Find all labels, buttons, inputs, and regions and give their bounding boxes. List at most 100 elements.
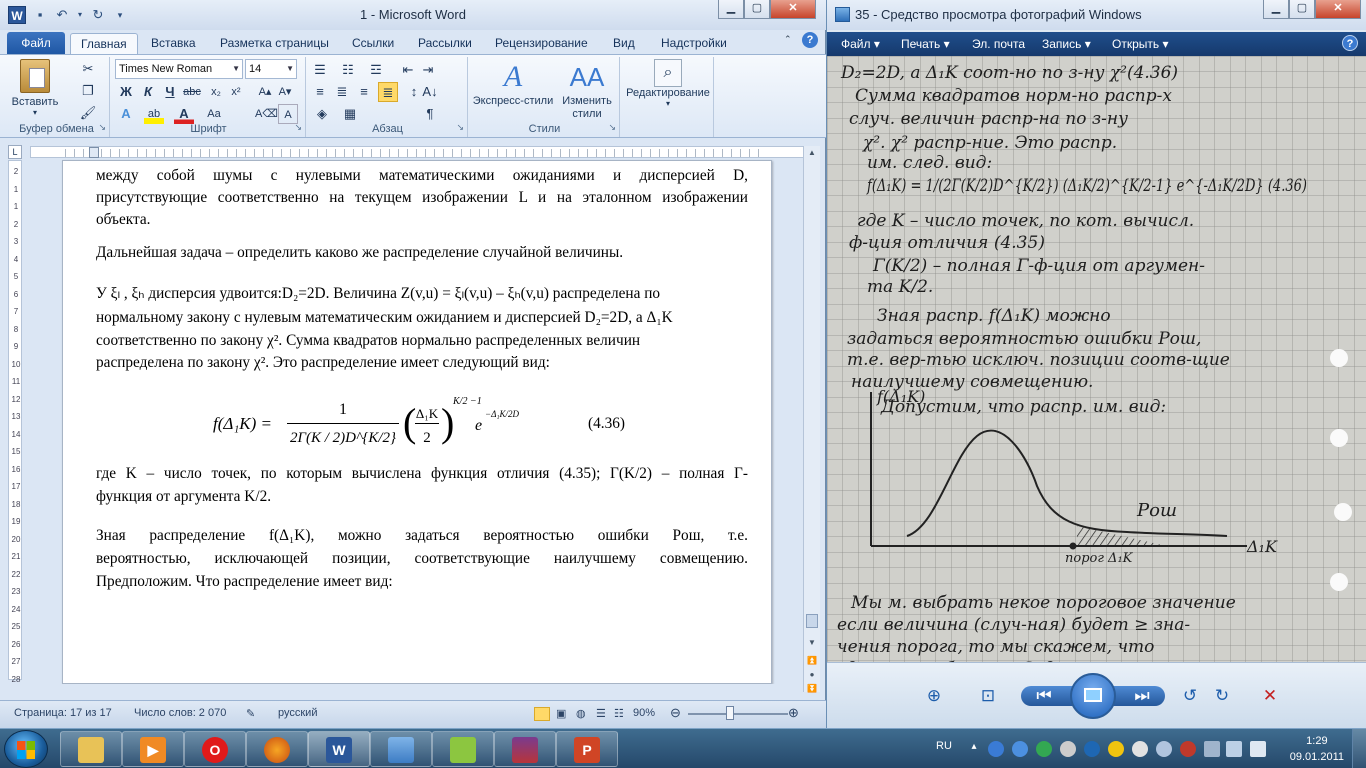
tab-view[interactable]: Вид <box>613 33 635 54</box>
menu-print[interactable]: Печать ▾ <box>901 37 950 51</box>
clear-format-icon[interactable]: A⌫ <box>255 104 278 124</box>
increase-indent-icon[interactable]: ⇥ <box>418 60 438 80</box>
tray-dropbox-icon[interactable] <box>1084 741 1100 757</box>
italic-icon[interactable]: К <box>138 82 158 102</box>
vertical-scrollbar[interactable]: ▲ ▼ ⏫ ● ⏬ <box>803 146 820 693</box>
actual-size-icon[interactable]: ⊡ <box>977 685 999 707</box>
format-painter-icon[interactable]: 🖌 <box>78 103 98 123</box>
ruler-tab-selector[interactable]: L <box>8 145 22 159</box>
tray-app-icon[interactable] <box>1132 741 1148 757</box>
editing-button[interactable]: ⌕ Редактирование ▾ <box>624 59 712 108</box>
bullets-icon[interactable]: ☰ <box>310 60 330 80</box>
browse-object-icon[interactable]: ● <box>804 668 820 682</box>
photo-canvas[interactable]: D₂=2D, а Δ₁K соот-но по з-ну χ²(4.36) Сум… <box>827 56 1366 662</box>
tray-flag-icon[interactable] <box>1156 741 1172 757</box>
menu-file[interactable]: Файл ▾ <box>841 37 880 51</box>
change-case-icon[interactable]: Aa <box>204 104 224 124</box>
vertical-ruler[interactable]: 2 1 1 2 3 4 5 6 7 8 9 10 11 12 13 14 15 16 17 18 19 20 21 22 23 2… <box>8 160 22 684</box>
cut-icon[interactable]: ✂ <box>78 59 98 79</box>
zoom-slider-thumb[interactable] <box>726 706 734 720</box>
copy-icon[interactable]: ❐ <box>78 81 98 101</box>
word-logo-icon[interactable]: W <box>8 6 26 24</box>
shrink-font-icon[interactable]: A▾ <box>275 82 295 102</box>
tab-file[interactable]: Файл <box>7 32 65 54</box>
tab-home[interactable]: Главная <box>70 33 138 54</box>
tray-app-icon[interactable] <box>1060 741 1076 757</box>
font-launcher-icon[interactable]: ↘ <box>294 122 302 133</box>
redo-icon[interactable]: ↻ <box>90 7 106 23</box>
align-center-icon[interactable]: ≣ <box>332 82 352 102</box>
taskbar-powerpoint[interactable]: P <box>556 731 618 767</box>
shading-icon[interactable]: ◈ <box>312 104 332 124</box>
tray-language[interactable]: RU <box>936 740 952 752</box>
save-icon[interactable]: ▪ <box>32 7 48 23</box>
taskbar-photo-viewer[interactable] <box>370 731 432 767</box>
tab-review[interactable]: Рецензирование <box>495 33 588 54</box>
print-layout-view-icon[interactable] <box>534 707 550 721</box>
bold-icon[interactable]: Ж <box>116 82 136 102</box>
multilevel-list-icon[interactable]: ☲ <box>366 60 386 80</box>
font-size-combo[interactable]: 14 ▼ <box>245 59 297 79</box>
borders-icon[interactable]: ▦ <box>340 104 360 124</box>
scroll-down-icon[interactable]: ▼ <box>804 636 820 650</box>
zoom-in-icon[interactable]: ⊕ <box>788 705 799 721</box>
close-button[interactable]: ✕ <box>1315 0 1361 19</box>
taskbar-app-green[interactable] <box>432 731 494 767</box>
tab-addins[interactable]: Надстройки <box>661 33 727 54</box>
status-language[interactable]: русский <box>278 707 317 719</box>
justify-icon[interactable]: ≣ <box>378 82 398 102</box>
align-left-icon[interactable]: ≡ <box>310 82 330 102</box>
minimize-button[interactable]: ▁ <box>1263 0 1289 19</box>
tray-network-icon[interactable] <box>1226 741 1242 757</box>
draft-view-icon[interactable]: ☷ <box>614 707 624 720</box>
tab-page-layout[interactable]: Разметка страницы <box>220 33 329 54</box>
undo-dropdown-icon[interactable]: ▾ <box>76 7 84 23</box>
status-words[interactable]: Число слов: 2 070 <box>134 707 226 719</box>
help-icon[interactable]: ? <box>1342 35 1358 51</box>
horizontal-ruler[interactable] <box>30 146 806 158</box>
show-desktop-button[interactable] <box>1352 729 1366 768</box>
strikethrough-icon[interactable]: abc <box>182 82 202 102</box>
close-button[interactable]: ✕ <box>770 0 816 19</box>
taskbar-explorer[interactable] <box>60 731 122 767</box>
taskbar-media-player[interactable]: ▶ <box>122 731 184 767</box>
express-styles-button[interactable]: A Экспресс-стили <box>470 59 556 107</box>
styles-launcher-icon[interactable]: ↘ <box>608 122 616 133</box>
paste-button[interactable]: Вставить ▾ <box>10 59 60 117</box>
font-color-icon[interactable]: A <box>174 104 194 124</box>
full-screen-view-icon[interactable]: ▣ <box>556 707 566 720</box>
undo-icon[interactable]: ↶ <box>54 7 70 23</box>
web-view-icon[interactable]: ◍ <box>576 707 586 720</box>
zoom-slider[interactable] <box>688 713 788 715</box>
tab-references[interactable]: Ссылки <box>352 33 394 54</box>
tray-bluetooth-icon[interactable] <box>988 741 1004 757</box>
paragraph-launcher-icon[interactable]: ↘ <box>456 122 464 133</box>
indent-marker[interactable] <box>89 147 99 158</box>
taskbar-opera[interactable]: O <box>184 731 246 767</box>
tray-app-icon[interactable] <box>1012 741 1028 757</box>
menu-burn[interactable]: Запись ▾ <box>1042 37 1091 51</box>
grow-font-icon[interactable]: A▴ <box>255 82 275 102</box>
font-name-combo[interactable]: Times New Roman ▼ <box>115 59 243 79</box>
align-right-icon[interactable]: ≡ <box>354 82 374 102</box>
char-border-icon[interactable]: A <box>278 104 298 124</box>
show-marks-icon[interactable]: ¶ <box>420 104 440 124</box>
next-icon[interactable]: ⏭ <box>1131 685 1153 707</box>
customize-qat-icon[interactable]: ▾ <box>112 7 128 23</box>
scroll-up-icon[interactable]: ▲ <box>804 146 820 160</box>
previous-icon[interactable]: ⏮ <box>1033 685 1055 707</box>
tab-insert[interactable]: Вставка <box>151 33 196 54</box>
horizontal-scrollbar[interactable] <box>30 684 803 696</box>
tray-app-icon[interactable] <box>1108 741 1124 757</box>
numbering-icon[interactable]: ☷ <box>338 60 358 80</box>
proofing-icon[interactable]: ✎ <box>246 707 255 720</box>
menu-email[interactable]: Эл. почта <box>972 37 1025 51</box>
tab-mailings[interactable]: Рассылки <box>418 33 472 54</box>
zoom-out-icon[interactable]: ⊖ <box>670 705 681 721</box>
slideshow-button[interactable] <box>1070 673 1116 719</box>
decrease-indent-icon[interactable]: ⇤ <box>398 60 418 80</box>
minimize-button[interactable]: ▁ <box>718 0 744 19</box>
delete-icon[interactable]: ✕ <box>1259 685 1281 707</box>
underline-icon[interactable]: Ч <box>160 82 180 102</box>
maximize-button[interactable]: ▢ <box>744 0 770 19</box>
